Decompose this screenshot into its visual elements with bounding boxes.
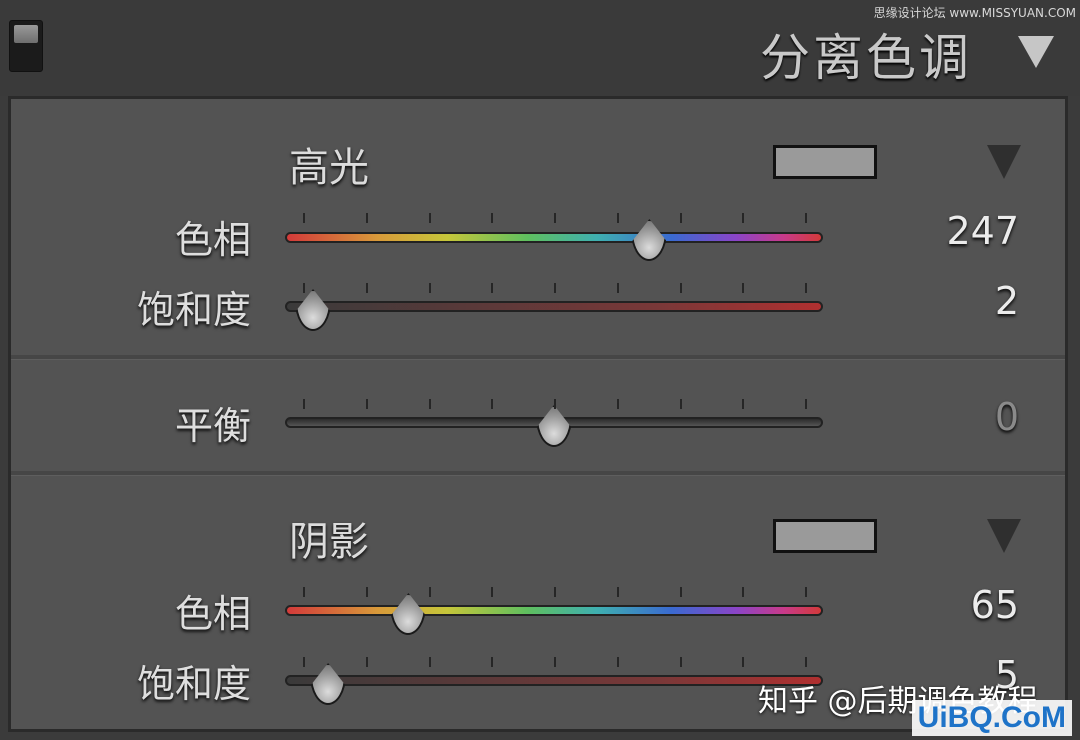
toggle-switch-icon (14, 25, 38, 43)
highlights-saturation-thumb[interactable] (295, 289, 332, 331)
slider-tick (491, 587, 494, 597)
slider-tick (303, 657, 305, 667)
slider-tick (742, 657, 745, 667)
slider-tick (554, 399, 556, 409)
shadows-color-swatch[interactable] (773, 519, 877, 553)
balance-value[interactable]: 0 (879, 395, 1019, 439)
slider-tick (365, 657, 368, 667)
slider-tick (742, 283, 745, 293)
slider-tick (742, 399, 745, 409)
slider-tick (428, 213, 431, 223)
slider-tick (428, 587, 431, 597)
site-credit: 思缘设计论坛 www.MISSYUAN.COM (873, 6, 1076, 20)
highlights-title: 高光 (289, 145, 369, 191)
slider-tick (491, 283, 494, 293)
slider-tick (679, 213, 682, 223)
highlights-saturation-slider[interactable] (285, 301, 823, 312)
highlights-triangle-down-icon[interactable] (987, 145, 1021, 179)
slider-tick (428, 399, 431, 409)
slider-tick (616, 657, 619, 667)
slider-tick (805, 283, 807, 293)
slider-tick (554, 657, 556, 667)
highlights-hue-label: 色相 (174, 218, 251, 262)
panel-enable-toggle[interactable] (9, 20, 43, 72)
slider-tick (805, 213, 807, 223)
slider-tick (616, 213, 619, 223)
slider-tick (616, 399, 619, 409)
slider-tick (805, 657, 807, 667)
shadows-saturation-thumb[interactable] (310, 663, 347, 705)
slider-tick (303, 283, 305, 293)
slider-tick (303, 399, 305, 409)
highlights-hue-slider[interactable] (285, 232, 823, 243)
slider-tick (554, 213, 556, 223)
site-logo: UiBQ.CoM (911, 700, 1072, 736)
balance-thumb[interactable] (536, 405, 572, 447)
slider-tick (679, 399, 682, 409)
slider-tick (365, 213, 368, 223)
highlights-saturation-label: 饱和度 (136, 288, 251, 332)
slider-tick (554, 283, 556, 293)
panel-title: 分离色调 (760, 29, 972, 87)
section-divider (11, 355, 1065, 360)
slider-tick (365, 587, 368, 597)
shadows-triangle-down-icon[interactable] (987, 519, 1021, 553)
slider-tick (365, 399, 368, 409)
slider-tick (491, 657, 494, 667)
shadows-title: 阴影 (289, 519, 369, 565)
slider-tick (303, 213, 305, 223)
slider-tick (554, 587, 556, 597)
collapse-triangle-icon[interactable] (1018, 36, 1054, 68)
slider-tick (616, 283, 619, 293)
slider-tick (428, 657, 431, 667)
slider-tick (679, 587, 682, 597)
split-toning-panel: 高光 色相 247 饱和度 2 平衡 0 阴影 色相 65 饱和度 5 (8, 96, 1068, 732)
shadows-saturation-slider[interactable] (285, 675, 823, 686)
slider-tick (491, 213, 494, 223)
panel-header[interactable]: 分离色调 思缘设计论坛 www.MISSYUAN.COM (0, 0, 1080, 96)
highlights-color-swatch[interactable] (773, 145, 877, 179)
shadows-hue-label: 色相 (174, 592, 251, 636)
slider-tick (679, 283, 682, 293)
shadows-hue-value[interactable]: 65 (879, 583, 1019, 627)
slider-tick (616, 587, 619, 597)
balance-label: 平衡 (174, 404, 251, 448)
slider-tick (679, 657, 682, 667)
slider-tick (303, 587, 305, 597)
slider-tick (365, 283, 368, 293)
slider-tick (805, 399, 807, 409)
slider-tick (805, 587, 807, 597)
slider-tick (491, 399, 494, 409)
shadows-hue-thumb[interactable] (390, 593, 427, 635)
section-divider (11, 471, 1065, 476)
highlights-hue-value[interactable]: 247 (879, 209, 1019, 253)
slider-tick (742, 213, 745, 223)
shadows-hue-slider[interactable] (285, 605, 823, 616)
highlights-hue-thumb[interactable] (631, 219, 668, 261)
highlights-saturation-value[interactable]: 2 (879, 279, 1019, 323)
slider-tick (742, 587, 745, 597)
shadows-saturation-label: 饱和度 (136, 662, 251, 706)
slider-tick (428, 283, 431, 293)
